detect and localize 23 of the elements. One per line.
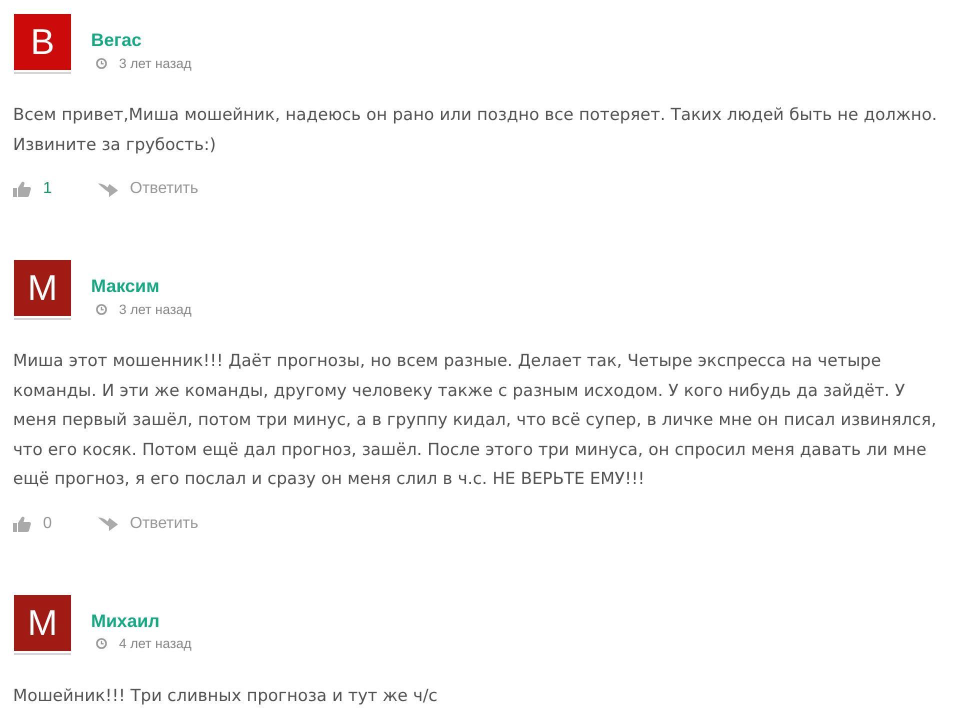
comment-time: 3 лет назад: [119, 56, 192, 70]
author-name: Михаил: [91, 610, 161, 630]
author-name: Максим: [91, 276, 160, 296]
reply-button[interactable]: Ответить: [98, 514, 198, 532]
comment-time: 3 лет назад: [119, 302, 192, 316]
thumbs-up-icon[interactable]: [13, 516, 31, 532]
comment-text: Всем привет,Миша мошейник, надеюсь он рано или поздно все потеряет. Таких людей быть не должно. Извините за грубость:): [13, 104, 938, 156]
reply-arrow-icon: [98, 516, 118, 531]
comment-text: Миша этот мошенник!!! Даёт прогнозы, но всем разные. Делает так, Четыре экспресса на четыре команды. И эти же команды, другому человеку также с разным исходом. У кого нибудь да зайдёт. У меня первый зашёл, потом три минус, а в группу кидал, что всё супер, в личке мне он писал извинялся, что его косяк. Потом ещё дал прогноз, зашёл. После этого три минуса, он спросил меня давать ли мне ещё прогноз, я его послал и сразу он меня слил в ч.с. НЕ ВЕРЬТЕ ЕМУ!!!: [13, 350, 938, 490]
avatar: М: [14, 260, 71, 320]
clock-icon: [96, 638, 107, 649]
clock-icon: [96, 58, 107, 68]
author-name: Вегас: [91, 30, 143, 50]
thumbs-up-icon[interactable]: [13, 181, 31, 197]
like-count: 0: [43, 514, 52, 532]
avatar: М: [14, 594, 71, 654]
comment-time: 4 лет назад: [119, 636, 192, 651]
reply-button[interactable]: Ответить: [98, 180, 198, 198]
avatar: В: [14, 14, 71, 74]
like-count: 1: [43, 180, 52, 198]
comment-text: Мошейник!!! Три сливных прогноза и тут же ч/с: [13, 684, 439, 706]
reply-arrow-icon: [98, 182, 118, 196]
clock-icon: [96, 304, 107, 314]
